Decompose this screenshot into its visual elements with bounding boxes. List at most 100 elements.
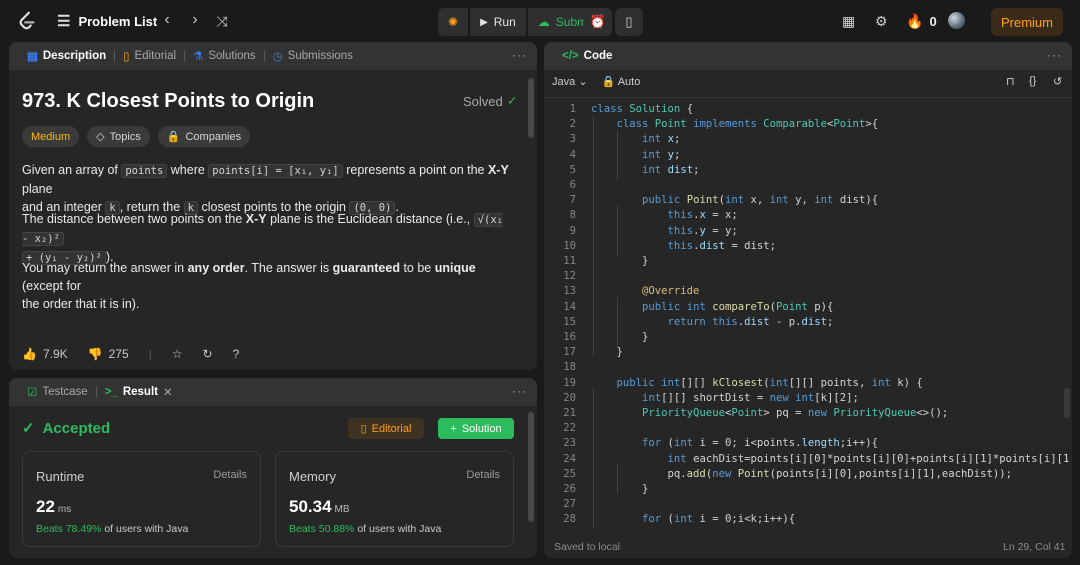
text: You may return the answer in: [22, 261, 188, 275]
text: plane is the Euclidean distance (i.e.,: [266, 212, 474, 226]
fire-icon: 🔥: [906, 13, 924, 29]
format-braces-icon[interactable]: {}: [1029, 75, 1036, 87]
text: represents a point on the: [342, 163, 488, 177]
solution-label: Solution: [461, 422, 502, 435]
problem-list-button[interactable]: ☰ Problem List: [57, 12, 157, 30]
topics-chip[interactable]: ◇ Topics: [87, 126, 150, 147]
post-solution-button[interactable]: + Solution: [438, 418, 514, 439]
like-count: 7.9K: [42, 347, 68, 361]
editorial-button[interactable]: ▯ Editorial: [348, 418, 424, 439]
companies-chip[interactable]: 🔒 Companies: [157, 126, 251, 147]
note-icon: ▯: [625, 14, 633, 29]
description-scrollbar[interactable]: [528, 78, 534, 138]
play-icon: ▶: [480, 16, 488, 28]
bookmark-icon[interactable]: ⊓: [1006, 75, 1015, 88]
tab-submissions-label: Submissions: [287, 50, 353, 62]
prev-problem-icon[interactable]: ‹: [157, 11, 177, 29]
notes-button[interactable]: ▯: [615, 8, 643, 36]
timer-button[interactable]: ⏰: [584, 8, 612, 36]
memory-beats: Beats 50.88% of users with Java: [289, 523, 441, 535]
code-line: 16 }: [563, 331, 649, 343]
tab-editorial[interactable]: ▯ Editorial: [115, 49, 184, 63]
runtime-details-link[interactable]: Details: [213, 469, 247, 481]
check-circle-icon: ✓: [506, 93, 518, 108]
tab-code[interactable]: </> Code: [554, 50, 620, 62]
help-icon[interactable]: ?: [233, 347, 240, 361]
auto-mode[interactable]: 🔒 Auto: [602, 75, 641, 88]
tab-submissions[interactable]: ◷ Submissions: [265, 49, 361, 63]
runtime-card[interactable]: Runtime Details 22 ms Beats 78.49% of use…: [22, 451, 261, 547]
close-icon[interactable]: ✕: [163, 385, 173, 399]
like-button[interactable]: 👍 7.9K: [22, 347, 68, 361]
panel-menu-icon[interactable]: ···: [512, 384, 527, 398]
streak-count: 0: [929, 14, 937, 29]
reset-icon[interactable]: ↺: [1053, 75, 1062, 88]
tab-result[interactable]: >_ Result ✕: [97, 385, 181, 399]
code-line: 28 for (int i = 0;i<k;i++){: [563, 513, 796, 526]
text: (except for: [22, 279, 82, 293]
memory-value-row: 50.34 MB: [289, 497, 350, 517]
problem-list-label: Problem List: [78, 13, 158, 29]
runtime-label: Runtime: [36, 469, 85, 484]
language-label: Java: [552, 76, 576, 88]
panel-menu-icon[interactable]: ···: [512, 48, 527, 62]
language-select[interactable]: Java ⌄: [552, 75, 588, 88]
share-icon[interactable]: ↻: [203, 347, 213, 361]
code-line: 10 this.dist = dist;: [563, 239, 776, 252]
thumbs-down-icon: 👎: [87, 347, 103, 361]
code-tabbar: </> Code: [544, 42, 1072, 70]
description-tabbar: ▤ Description ▯ Editorial ⚗ Solutions ◷ Subm…: [9, 42, 537, 70]
topics-label: Topics: [109, 130, 141, 143]
text: where: [167, 163, 209, 177]
layout-icon[interactable]: ▦: [842, 13, 855, 30]
settings-gear-icon[interactable]: ⚙: [875, 13, 888, 30]
code-line: 13 @Override: [563, 285, 700, 298]
text: plane: [22, 182, 53, 196]
code-line: 21 PriorityQueue<Point> pq = new Priorit…: [563, 407, 949, 419]
leetcode-logo-icon[interactable]: [16, 10, 38, 32]
code-brackets-icon: </>: [562, 50, 579, 62]
next-problem-icon[interactable]: ›: [185, 11, 205, 29]
run-button[interactable]: ▶ Run: [470, 8, 526, 36]
memory-card[interactable]: Memory Details 50.34 MB Beats 50.88% of u…: [275, 451, 514, 547]
shuffle-icon[interactable]: ⤨: [212, 13, 232, 30]
tab-testcase[interactable]: ☑ Testcase: [19, 385, 96, 399]
book-icon: ▯: [360, 423, 367, 435]
panel-menu-icon[interactable]: ···: [1047, 48, 1062, 62]
code-line: 17 }: [563, 346, 623, 359]
terminal-icon: >_: [104, 386, 118, 398]
star-icon[interactable]: ☆: [172, 347, 183, 361]
solved-label: Solved: [463, 93, 503, 109]
text: to be: [399, 261, 435, 275]
code-line: 18: [563, 361, 576, 374]
result-status: ✓ Accepted: [22, 419, 110, 438]
debug-button[interactable]: ✺: [438, 8, 469, 36]
avatar[interactable]: [948, 12, 965, 29]
companies-label: Companies: [185, 130, 242, 143]
text: . The answer is: [244, 261, 333, 275]
runtime-beats-percent: Beats 78.49%: [36, 523, 102, 535]
premium-button[interactable]: Premium: [991, 8, 1063, 36]
code-line: 2 class Point implements Comparable<Poin…: [569, 118, 879, 131]
memory-value: 50.34: [289, 497, 332, 516]
auto-mode-label: Auto: [617, 76, 641, 88]
tab-description[interactable]: ▤ Description: [19, 49, 114, 63]
book-icon: ▯: [123, 51, 130, 63]
streak-counter[interactable]: 🔥 0: [906, 13, 937, 30]
tab-result-label: Result: [122, 386, 158, 398]
description-paragraph-3: You may return the answer in any order. …: [22, 259, 514, 313]
code-line: 24 int eachDist=points[i][0]*points[i][0…: [563, 452, 1070, 465]
dislike-button[interactable]: 👎 275: [88, 347, 129, 361]
tab-solutions[interactable]: ⚗ Solutions: [185, 49, 264, 63]
plus-icon: +: [450, 422, 457, 435]
lock-icon: 🔒: [601, 76, 616, 88]
tag-icon: ◇: [96, 131, 105, 143]
code-editor[interactable]: 1 class Solution { 2 class Point implemen…: [544, 100, 1070, 532]
code-toolbar-left: Java ⌄ 🔒 Auto: [552, 75, 640, 88]
memory-details-link[interactable]: Details: [466, 469, 500, 481]
solved-badge: Solved ✓: [463, 93, 518, 109]
code-line: 8 this.x = x;: [569, 209, 738, 222]
bold-text: X-Y: [487, 163, 509, 177]
result-scrollbar[interactable]: [528, 412, 534, 522]
flask-icon: ⚗: [193, 51, 204, 63]
